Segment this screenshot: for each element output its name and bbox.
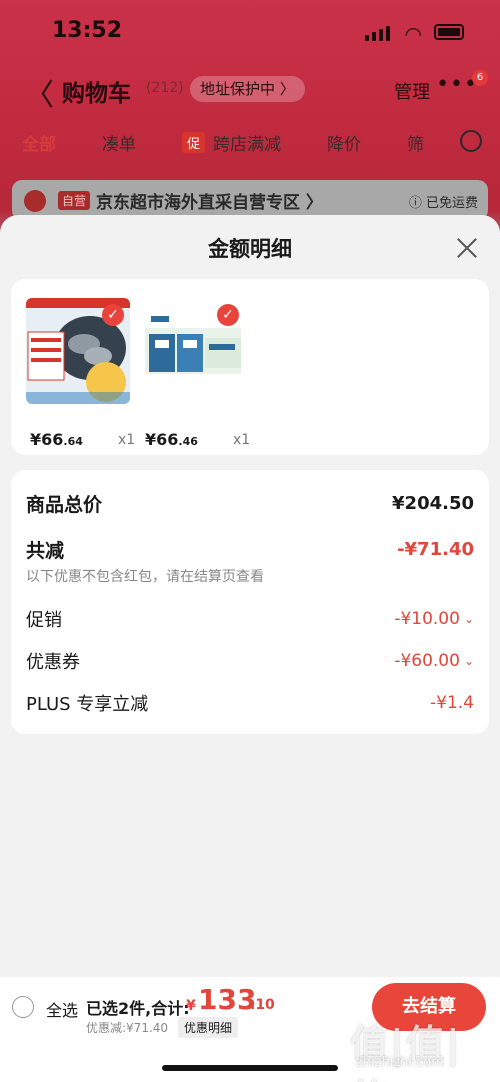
select-all-radio[interactable] bbox=[12, 996, 34, 1018]
total-cents: .10 bbox=[250, 997, 275, 1013]
tab-combine[interactable]: 凑单 bbox=[102, 130, 136, 155]
coupon-label: 优惠券 bbox=[26, 652, 80, 673]
discount-detail-button[interactable]: 优惠明细 bbox=[178, 1017, 239, 1038]
chevron-down-icon: ⌄ bbox=[463, 612, 474, 626]
back-icon[interactable]: 〈 bbox=[24, 70, 54, 114]
promo-label: 促销 bbox=[26, 610, 62, 631]
price-summary-card: 商品总价 ¥204.50 共减 -¥71.40 以下优惠不包含红包，请在结算页查… bbox=[11, 470, 489, 734]
signal-icon bbox=[365, 26, 390, 41]
cart-nav-bar: 〈 购物车 (212) 地址保护中 〉 管理 ••• 6 bbox=[0, 66, 500, 114]
home-indicator bbox=[162, 1065, 338, 1071]
goods-item[interactable]: ✓ ¥66.64 x1 bbox=[26, 298, 135, 449]
store-check-icon[interactable] bbox=[24, 190, 46, 212]
store-header: 自营 京东超市海外直采自营专区 〉 ⓘ 已免运费 bbox=[12, 180, 488, 220]
discount-value: -¥71.40 bbox=[397, 539, 474, 560]
tab-filter[interactable]: 筛 bbox=[407, 130, 424, 155]
tab-price-drop[interactable]: 降价 bbox=[327, 130, 361, 155]
goods-qty: x1 bbox=[233, 432, 251, 448]
search-icon[interactable] bbox=[460, 130, 482, 152]
subtotal-label: 商品总价 bbox=[26, 494, 103, 516]
wifi-icon: ◠ bbox=[404, 22, 422, 46]
promo-value: -¥10.00 bbox=[394, 609, 460, 629]
battery-icon bbox=[434, 24, 464, 40]
watermark-url: zhizhizhi.com bbox=[356, 1055, 444, 1070]
sheet-title: 金额明细 bbox=[208, 237, 292, 261]
selected-check-icon: ✓ bbox=[217, 304, 239, 326]
select-all-label[interactable]: 全选 bbox=[46, 997, 78, 1021]
goods-price: ¥66.46 bbox=[145, 430, 198, 449]
page-title: 购物车 bbox=[62, 81, 131, 107]
goods-price: ¥66.64 bbox=[30, 430, 83, 449]
subtotal-row: 商品总价 ¥204.50 bbox=[26, 490, 474, 517]
total-amount: 133 bbox=[198, 983, 257, 1016]
watermark-logo: 值|值|值 bbox=[350, 1022, 462, 1082]
discount-summary: 优惠减:¥71.40 bbox=[86, 1021, 169, 1035]
amount-detail-sheet: 金额明细 ✓ ¥66.64 x1 ✓ ¥66.46 x1 商品总价 ¥204.5… bbox=[0, 215, 500, 977]
discount-label: 共减 bbox=[26, 540, 65, 562]
close-icon[interactable] bbox=[456, 237, 478, 259]
goods-item[interactable]: ✓ ¥66.46 x1 bbox=[141, 298, 250, 449]
manage-button[interactable]: 管理 bbox=[394, 78, 430, 104]
checkout-bar: 全选 已选2件,合计: ¥ 133 .10 优惠减:¥71.40 优惠明细 去结… bbox=[0, 977, 500, 1082]
milk-box-product-image: ✓ bbox=[141, 298, 245, 404]
seafood-product-image: ✓ bbox=[26, 298, 130, 404]
discount-note: 以下优惠不包含红包，请在结算页查看 bbox=[26, 569, 264, 585]
plus-label: PLUS 专享立减 bbox=[26, 694, 149, 715]
status-time: 13:52 bbox=[52, 18, 123, 43]
chevron-down-icon: ⌄ bbox=[463, 654, 474, 668]
address-protect-badge[interactable]: 地址保护中 〉 bbox=[190, 76, 305, 102]
goods-qty: x1 bbox=[118, 432, 136, 448]
tab-all[interactable]: 全部 bbox=[22, 130, 56, 155]
store-name[interactable]: 京东超市海外直采自营专区 〉 bbox=[96, 188, 323, 213]
notification-badge: 6 bbox=[472, 70, 488, 86]
cart-count: (212) bbox=[146, 80, 184, 96]
coupon-row[interactable]: 优惠券 -¥60.00 ⌄ bbox=[26, 648, 474, 674]
coupon-value: -¥60.00 bbox=[394, 651, 460, 671]
cart-tabs: 全部 凑单 促 跨店满减 降价 筛 bbox=[0, 120, 500, 164]
promo-row[interactable]: 促销 -¥10.00 ⌄ bbox=[26, 606, 474, 632]
selected-summary: 已选2件,合计: bbox=[86, 999, 190, 1018]
shipping-status: ⓘ 已免运费 bbox=[408, 196, 478, 211]
goods-card: ✓ ¥66.64 x1 ✓ ¥66.46 x1 bbox=[11, 279, 489, 455]
tab-cross-store[interactable]: 促 跨店满减 bbox=[182, 130, 281, 155]
promo-tag: 促 bbox=[182, 131, 206, 153]
selected-check-icon: ✓ bbox=[102, 304, 124, 326]
tab-cross-store-label: 跨店满减 bbox=[213, 134, 282, 155]
total-currency: ¥ bbox=[186, 998, 196, 1014]
self-operated-tag: 自营 bbox=[58, 191, 91, 210]
discount-row: 共减 -¥71.40 bbox=[26, 536, 474, 563]
status-bar: 13:52 ◠ bbox=[0, 0, 500, 66]
subtotal-value: ¥204.50 bbox=[392, 493, 474, 514]
plus-row: PLUS 专享立减 -¥1.4 bbox=[26, 690, 474, 716]
plus-value: -¥1.4 bbox=[430, 693, 474, 713]
